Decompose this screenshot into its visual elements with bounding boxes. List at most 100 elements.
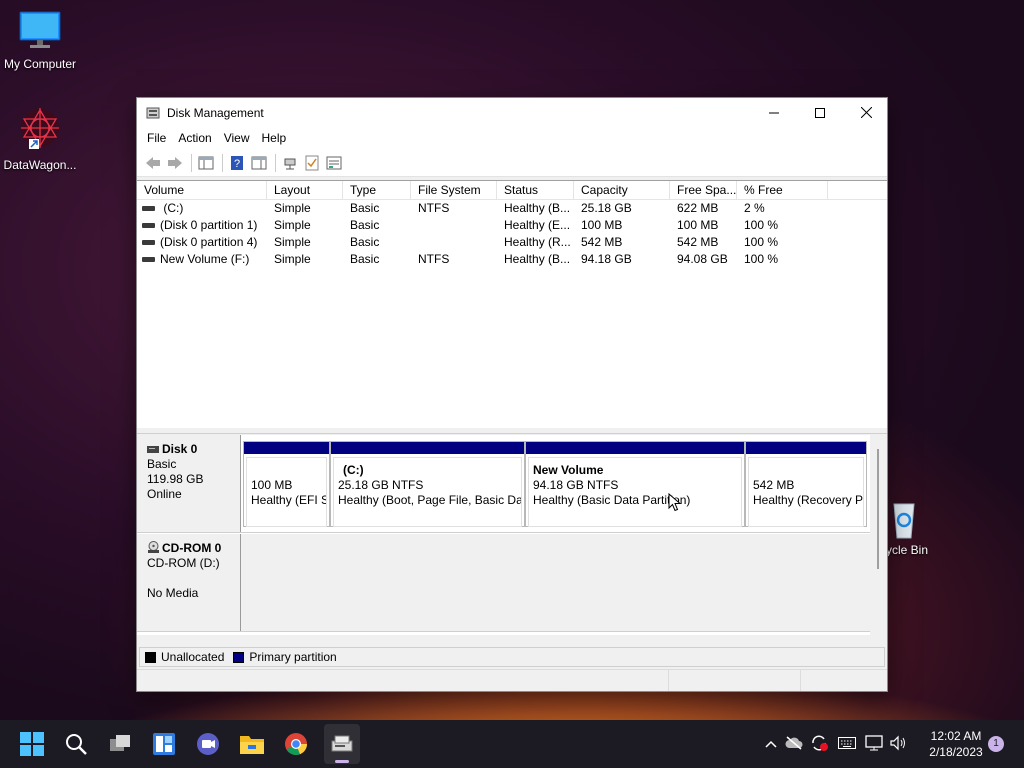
drive-icon xyxy=(142,206,155,212)
column-header-free-space[interactable]: Free Spa... xyxy=(670,181,737,199)
partition-size: 100 MB xyxy=(251,478,293,492)
search-icon xyxy=(66,734,87,755)
chat-icon xyxy=(197,733,219,755)
volume-layout: Simple xyxy=(274,201,311,215)
volume-list: Volume Layout Type File System Status Ca… xyxy=(137,180,887,428)
show-hidden-icons-chevron-icon[interactable] xyxy=(760,737,782,751)
partition-name: New Volume xyxy=(533,463,604,477)
volume-percent-free: 2 % xyxy=(744,201,765,215)
menu-view[interactable]: View xyxy=(218,131,256,145)
notification-badge[interactable]: 1 xyxy=(988,736,1004,752)
menu-file[interactable]: File xyxy=(141,131,172,145)
partition-c[interactable]: (C:) 25.18 GB NTFS Healthy (Boot, Page F… xyxy=(330,441,525,527)
column-header-file-system[interactable]: File System xyxy=(411,181,497,199)
disk0-state: Online xyxy=(147,487,182,501)
clock-time: 12:02 AM xyxy=(930,729,982,743)
column-header-type[interactable]: Type xyxy=(343,181,411,199)
help-button[interactable]: ? xyxy=(227,153,247,173)
desktop-icon-label: DataWagon... xyxy=(3,158,77,172)
sync-error-icon[interactable] xyxy=(806,734,832,755)
desktop-icon-datawagon[interactable]: DataWagon... xyxy=(0,105,80,172)
volume-layout: Simple xyxy=(274,252,311,266)
file-explorer-button[interactable] xyxy=(236,728,268,760)
volume-row[interactable]: (Disk 0 partition 1) Simple Basic Health… xyxy=(137,217,887,234)
svg-text:?: ? xyxy=(234,158,240,170)
volume-type: Basic xyxy=(350,252,380,266)
cloud-offline-icon[interactable] xyxy=(782,735,806,753)
graphical-view-scrollbar[interactable] xyxy=(870,435,887,635)
taskbar-clock[interactable]: 12:02 AM 2/18/2023 xyxy=(924,728,988,760)
disk-graphical-view: Disk 0 Basic 119.98 GB Online 100 MB Hea… xyxy=(137,435,870,635)
partition-new-volume[interactable]: New Volume 94.18 GB NTFS Healthy (Basic … xyxy=(525,441,745,527)
maximize-icon xyxy=(815,107,825,118)
task-view-icon xyxy=(110,735,130,751)
cdrom0-label[interactable]: CD-ROM 0 CD-ROM (D:) No Media xyxy=(137,534,241,631)
scrollbar-thumb[interactable] xyxy=(877,449,879,569)
volume-capacity: 25.18 GB xyxy=(581,201,632,215)
column-header-status[interactable]: Status xyxy=(497,181,574,199)
back-button[interactable] xyxy=(143,153,163,173)
connect-icon xyxy=(284,158,296,169)
volume-type: Basic xyxy=(350,235,380,249)
disk-row-disk0: Disk 0 Basic 119.98 GB Online 100 MB Hea… xyxy=(137,435,870,533)
close-icon xyxy=(860,107,872,118)
show-hide-action-pane-button[interactable] xyxy=(249,153,269,173)
column-header-layout[interactable]: Layout xyxy=(267,181,343,199)
disk-management-taskbar-button[interactable] xyxy=(324,724,360,764)
partition-recovery[interactable]: 542 MB Healthy (Recovery P xyxy=(745,441,867,527)
menu-action[interactable]: Action xyxy=(172,131,217,145)
volume-row[interactable]: (Disk 0 partition 4) Simple Basic Health… xyxy=(137,234,887,251)
close-button[interactable] xyxy=(843,98,889,127)
minimize-button[interactable] xyxy=(751,98,797,127)
title-bar[interactable]: Disk Management xyxy=(137,98,887,127)
properties-button[interactable] xyxy=(324,153,344,173)
partition-status: Healthy (Boot, Page File, Basic Dat xyxy=(338,493,522,507)
volume-layout: Simple xyxy=(274,235,311,249)
volume-file-system: NTFS xyxy=(418,201,450,215)
partition-status: Healthy (Basic Data Partition) xyxy=(533,493,691,507)
drive-icon xyxy=(142,240,155,246)
status-bar xyxy=(137,669,887,691)
forward-button[interactable] xyxy=(165,153,185,173)
column-header-percent-free[interactable]: % Free xyxy=(737,181,828,199)
volume-capacity: 542 MB xyxy=(581,235,623,249)
search-button[interactable] xyxy=(60,728,92,760)
column-header-volume[interactable]: Volume xyxy=(137,181,267,199)
column-header-capacity[interactable]: Capacity xyxy=(574,181,670,199)
network-icon[interactable] xyxy=(862,734,886,754)
checklist-button[interactable] xyxy=(302,153,322,173)
windows-logo-icon xyxy=(20,732,44,756)
disk0-label[interactable]: Disk 0 Basic 119.98 GB Online xyxy=(137,435,241,532)
widgets-button[interactable] xyxy=(148,728,180,760)
volume-percent-free: 100 % xyxy=(744,218,779,232)
volume-free-space: 622 MB xyxy=(677,201,719,215)
unallocated-swatch xyxy=(145,651,156,663)
volume-percent-free: 100 % xyxy=(744,235,779,249)
maximize-button[interactable] xyxy=(797,98,843,127)
volume-row[interactable]: (C:) Simple Basic NTFS Healthy (B... 25.… xyxy=(137,200,887,217)
partition-size: 25.18 GB NTFS xyxy=(338,478,424,492)
clock-date: 2/18/2023 xyxy=(929,745,983,759)
start-button[interactable] xyxy=(16,728,48,760)
show-hide-console-tree-button[interactable] xyxy=(196,153,216,173)
volume-row[interactable]: New Volume (F:) Simple Basic NTFS Health… xyxy=(137,251,887,268)
datawagon-logo-icon xyxy=(21,108,59,149)
cdrom0-name: CD-ROM 0 xyxy=(162,541,222,555)
volume-speaker-icon[interactable] xyxy=(886,735,910,754)
menu-help[interactable]: Help xyxy=(256,131,293,145)
task-view-button[interactable] xyxy=(104,728,136,760)
keyboard-icon[interactable] xyxy=(832,736,862,752)
teams-chat-button[interactable] xyxy=(192,728,224,760)
partition-efi[interactable]: 100 MB Healthy (EFI S xyxy=(243,441,330,527)
connect-button[interactable] xyxy=(280,153,300,173)
chrome-button[interactable] xyxy=(280,728,312,760)
desktop-icon-my-computer[interactable]: My Computer xyxy=(0,10,80,71)
volume-status: Healthy (B... xyxy=(504,201,571,215)
partition-bar xyxy=(526,442,744,454)
volume-name: (C:) xyxy=(160,201,184,215)
partition-name xyxy=(251,463,326,478)
console-tree-icon xyxy=(198,156,214,169)
partition-name: (C:) xyxy=(343,463,364,477)
toolbar-separator xyxy=(222,153,223,172)
pane-splitter[interactable] xyxy=(137,428,887,434)
